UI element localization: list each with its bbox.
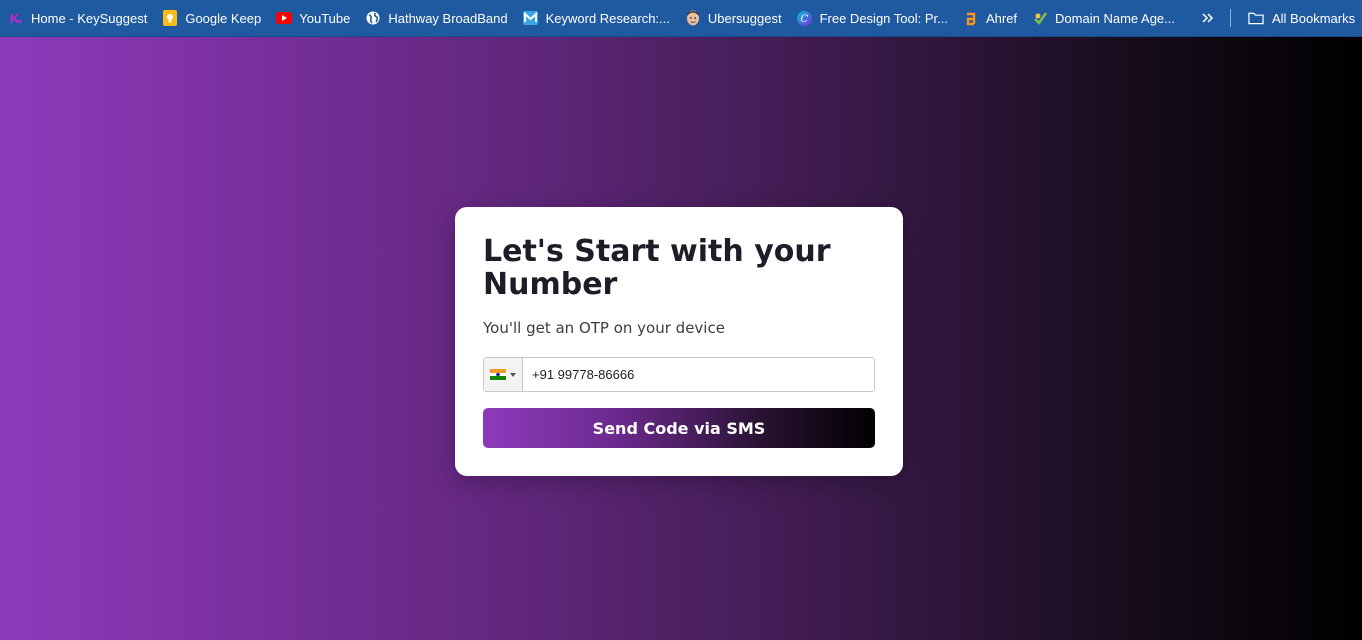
youtube-icon — [276, 10, 293, 26]
phone-number-input[interactable] — [523, 358, 874, 391]
bookmark-label: Google Keep — [185, 10, 262, 26]
bookmarks-divider — [1230, 9, 1231, 27]
bookmark-home-keysuggest[interactable]: K Home - KeySuggest — [0, 5, 154, 31]
bookmark-label: Domain Name Age... — [1055, 10, 1175, 26]
all-bookmarks-button[interactable]: All Bookmarks — [1240, 5, 1361, 31]
india-flag-icon — [490, 369, 506, 381]
svg-text:C: C — [801, 14, 809, 25]
chevron-double-right-icon[interactable] — [1198, 8, 1218, 28]
card-subtitle: You'll get an OTP on your device — [483, 319, 725, 337]
country-code-dropdown[interactable] — [484, 358, 523, 391]
bookmark-ahref[interactable]: Ahref — [955, 5, 1024, 31]
phone-field — [483, 357, 875, 392]
bookmark-label: YouTube — [299, 10, 351, 26]
bookmark-youtube[interactable]: YouTube — [268, 5, 357, 31]
chevron-down-icon — [510, 372, 516, 377]
send-code-button[interactable]: Send Code via SMS — [483, 408, 875, 448]
keysuggest-logo-icon: K — [8, 10, 24, 26]
bookmark-label: Home - KeySuggest — [31, 10, 148, 26]
all-bookmarks-label: All Bookmarks — [1272, 10, 1356, 26]
ubersuggest-avatar-icon — [685, 10, 701, 26]
bookmarks-bar: K Home - KeySuggest Google Keep YouTube … — [0, 0, 1362, 37]
folder-icon — [1248, 10, 1264, 26]
card-title: Let's Start with your Number — [483, 234, 831, 302]
login-card: Let's Start with your Number You'll get … — [455, 207, 903, 476]
ahrefs-icon — [963, 10, 979, 26]
domain-age-icon — [1032, 10, 1048, 26]
globe-icon — [365, 10, 381, 26]
google-keep-icon — [162, 10, 178, 26]
bookmark-label: Ahref — [985, 10, 1018, 26]
svg-text:K: K — [10, 11, 20, 25]
bookmark-keyword-research[interactable]: Keyword Research:... — [515, 5, 677, 31]
bookmark-label: Free Design Tool: Pr... — [819, 10, 948, 26]
bookmark-hathway-broadband[interactable]: Hathway BroadBand — [357, 5, 514, 31]
keyword-research-icon — [523, 10, 539, 26]
bookmark-ubersuggest[interactable]: Ubersuggest — [677, 5, 789, 31]
bookmark-label: Ubersuggest — [707, 10, 782, 26]
bookmark-label: Hathway BroadBand — [388, 10, 508, 26]
bookmark-domain-name-age[interactable]: Domain Name Age... — [1024, 5, 1182, 31]
bookmark-free-design-tool[interactable]: C Free Design Tool: Pr... — [789, 5, 955, 31]
bookmark-label: Keyword Research:... — [545, 10, 670, 26]
bookmark-google-keep[interactable]: Google Keep — [154, 5, 268, 31]
canva-icon: C — [797, 10, 813, 26]
